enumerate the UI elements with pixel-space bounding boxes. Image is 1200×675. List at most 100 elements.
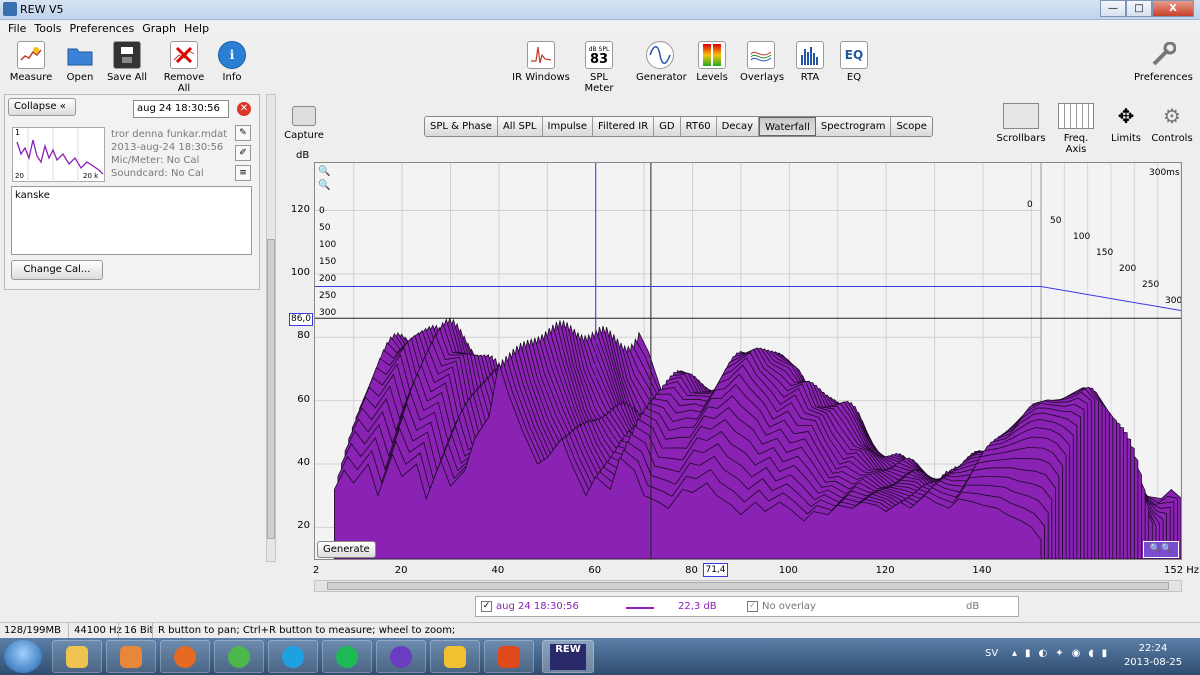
overlay-unit: dB — [966, 601, 980, 612]
mic-icon[interactable]: ✎ — [235, 125, 251, 141]
notes-icon[interactable]: ≡ — [235, 165, 251, 181]
taskbar-security[interactable] — [430, 640, 480, 673]
taskbar-media-player[interactable] — [106, 640, 156, 673]
x-tick-label: 100 — [778, 565, 798, 576]
overlay-label: No overlay — [762, 601, 816, 612]
graph-horizontal-scrollbar[interactable] — [314, 580, 1182, 592]
taskbar-messenger[interactable] — [214, 640, 264, 673]
change-cal-button[interactable]: Change Cal... — [11, 260, 103, 280]
start-button[interactable] — [4, 640, 42, 673]
x-tick-label: 60 — [588, 565, 602, 576]
tab-spectrogram[interactable]: Spectrogram — [815, 117, 892, 136]
zoom-icon[interactable]: 🔍🔍 — [1143, 541, 1179, 558]
tab-rt60[interactable]: RT60 — [680, 117, 717, 136]
eq-button[interactable]: EQ EQ — [838, 41, 870, 83]
skype-icon — [282, 645, 304, 668]
time-label-depth: 100 — [1073, 232, 1090, 242]
legend-checkbox[interactable]: ✓ — [481, 601, 492, 612]
x-tick-label: 40 — [491, 565, 505, 576]
info-button[interactable]: i Info — [216, 41, 248, 83]
controls-button[interactable]: ⚙ Controls — [1150, 103, 1194, 144]
maximize-button[interactable]: □ — [1126, 0, 1152, 17]
taskbar-torrent[interactable] — [376, 640, 426, 673]
spl-meter-button[interactable]: dB SPL 83 SPL Meter — [576, 41, 622, 94]
tray-clock[interactable]: 22:24 2013-08-25 — [1122, 642, 1184, 670]
generator-button[interactable]: Generator — [636, 41, 687, 83]
menu-help[interactable]: Help — [180, 20, 213, 38]
folder-icon — [66, 41, 94, 69]
taskbar-skype[interactable] — [268, 640, 318, 673]
measurement-thumbnail[interactable]: 1 20 20 k — [12, 127, 105, 183]
measurement-name: tror denna funkar.mdat — [111, 129, 228, 140]
measurement-name-input[interactable]: aug 24 18:30:56 — [133, 100, 229, 118]
tab-waterfall[interactable]: Waterfall — [759, 117, 816, 136]
menu-graph[interactable]: Graph — [138, 20, 180, 38]
y-tick-label: 60 — [297, 393, 310, 405]
tab-scope[interactable]: Scope — [891, 117, 932, 136]
eq-icon: EQ — [840, 41, 868, 69]
overlay-checkbox[interactable]: ✓ — [747, 601, 758, 612]
time-label-left: 200 — [319, 274, 336, 284]
zoom-y-icon[interactable]: 🔍 🔍 — [318, 165, 332, 195]
levels-button[interactable]: Levels — [694, 41, 730, 83]
legend-trace-line — [626, 607, 654, 609]
limits-icon: ✥ — [1117, 104, 1135, 128]
close-button[interactable]: X — [1152, 0, 1194, 17]
collapse-button[interactable]: Collapse « — [8, 98, 76, 116]
shield-icon — [444, 645, 466, 668]
waterfall-plot[interactable]: 0 0 50 50 100 100 150 150 200 200 250 250 300 300 300m… — [314, 162, 1182, 560]
delete-measurement-icon[interactable]: ✕ — [237, 102, 251, 116]
capture-button[interactable]: Capture — [284, 106, 324, 141]
y-tick-label: 100 — [290, 266, 310, 278]
minimize-button[interactable]: — — [1100, 0, 1126, 17]
limits-button[interactable]: ✥ Limits — [1108, 103, 1144, 144]
y-axis-label: dB — [296, 150, 310, 161]
preferences-button[interactable]: Preferences — [1134, 41, 1193, 83]
tray-language[interactable]: SV — [985, 648, 998, 659]
status-bit-depth: 16 Bit — [124, 625, 154, 636]
freq-axis-button[interactable]: Freq. Axis — [1052, 103, 1100, 155]
taskbar-rew[interactable]: REW — [542, 640, 594, 673]
edit-icon[interactable]: ✐ — [235, 145, 251, 161]
graph-scrollbar-thumb[interactable] — [327, 582, 1169, 590]
tab-gd[interactable]: GD — [654, 117, 681, 136]
save-all-button[interactable]: Save All — [106, 41, 148, 83]
measure-button[interactable]: Measure — [8, 41, 54, 83]
open-button[interactable]: Open — [60, 41, 100, 83]
tab-all-spl[interactable]: All SPL — [497, 117, 543, 136]
measurement-notes[interactable]: kanske — [11, 186, 252, 255]
controls-gear-icon: ⚙ — [1163, 104, 1181, 128]
waterfall-chart[interactable]: 0 0 50 50 100 100 150 150 200 200 250 250 300 300 300m… — [315, 163, 1182, 560]
remove-all-button[interactable]: Remove All — [156, 41, 212, 94]
tab-filtered-ir[interactable]: Filtered IR — [593, 117, 655, 136]
legend-trace-name[interactable]: aug 24 18:30:56 — [496, 601, 579, 612]
scrollbars-button[interactable]: Scrollbars — [996, 103, 1046, 144]
generate-button[interactable]: Generate — [317, 541, 376, 558]
menu-file[interactable]: File — [4, 20, 30, 38]
menu-preferences[interactable]: Preferences — [66, 20, 139, 38]
measurement-number: 1 — [15, 128, 21, 137]
taskbar-firefox[interactable] — [160, 640, 210, 673]
thumb-right-label: 20 k — [83, 172, 99, 180]
media-player-icon — [120, 645, 142, 668]
x-tick-label: 2 — [312, 565, 320, 576]
time-label-left: 0 — [319, 206, 325, 216]
panel-scrollbar[interactable] — [264, 94, 278, 562]
ir-windows-button[interactable]: IR Windows — [512, 41, 570, 83]
rta-button[interactable]: RTA — [794, 41, 826, 83]
time-label-depth: 50 — [1050, 216, 1062, 226]
y-tick-label: 80 — [297, 330, 310, 342]
tab-impulse[interactable]: Impulse — [542, 117, 594, 136]
tab-spl-phase[interactable]: SPL & Phase — [425, 117, 498, 136]
tab-decay[interactable]: Decay — [716, 117, 760, 136]
overlays-icon — [747, 41, 775, 69]
overlays-button[interactable]: Overlays — [740, 41, 784, 83]
scrollbar-thumb[interactable] — [267, 239, 275, 539]
menu-tools[interactable]: Tools — [30, 20, 65, 38]
time-label-depth: 200 — [1119, 264, 1136, 274]
time-label-left: 50 — [319, 223, 331, 233]
taskbar-office[interactable] — [484, 640, 534, 673]
taskbar-explorer[interactable] — [52, 640, 102, 673]
taskbar-spotify[interactable] — [322, 640, 372, 673]
tray-icons[interactable]: ▴▮◐✦◉◖▮ — [1012, 648, 1115, 659]
